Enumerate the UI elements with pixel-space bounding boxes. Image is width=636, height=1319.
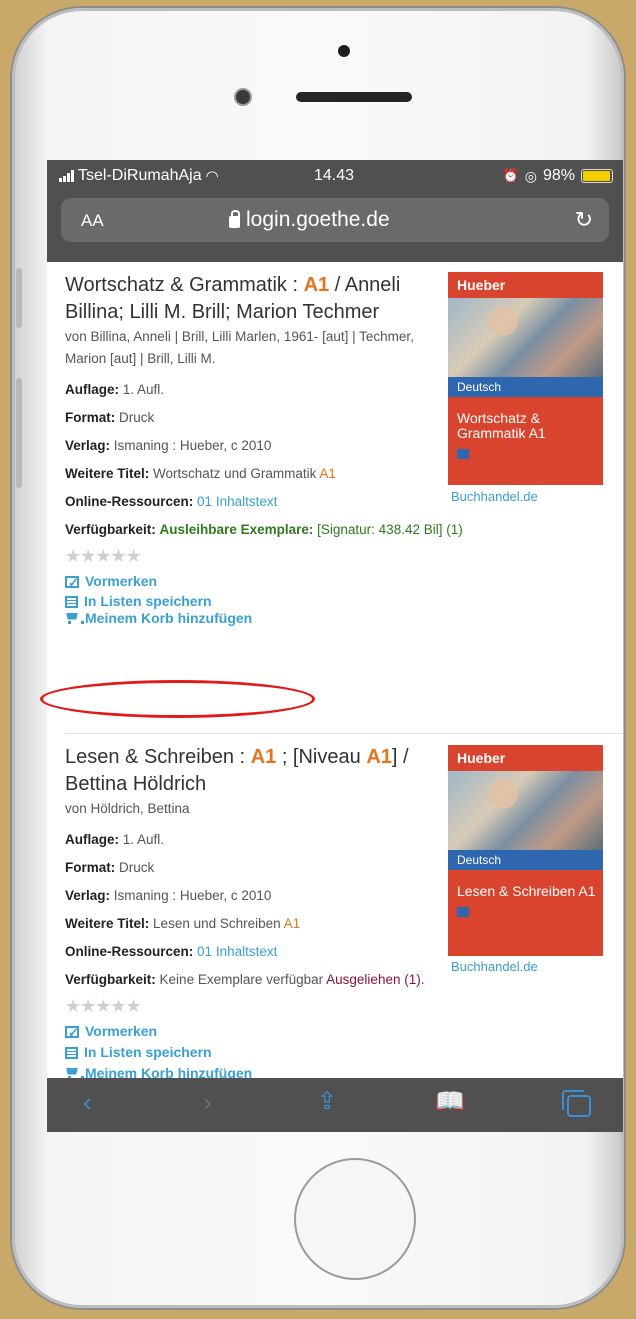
tabs-icon[interactable]	[562, 1087, 591, 1118]
rating-stars[interactable]: ★★★★★	[65, 546, 623, 567]
front-camera	[236, 90, 250, 104]
status-time: 14.43	[314, 167, 355, 184]
cover-band: Deutsch	[448, 850, 603, 870]
reserve-button[interactable]: Vormerken	[65, 571, 623, 593]
level-badge	[457, 907, 469, 917]
reload-icon[interactable]: ↻	[575, 207, 593, 233]
book-cover[interactable]: Hueber Deutsch Lesen & Schreiben A1	[448, 745, 603, 956]
publisher-logo: Hueber	[457, 750, 506, 766]
rating-stars[interactable]: ★★★★★	[65, 996, 623, 1017]
lock-icon	[229, 210, 240, 228]
rotation-lock-icon: ◎	[524, 167, 537, 184]
list-icon	[65, 1046, 78, 1059]
battery-fill	[583, 171, 611, 181]
availability-status[interactable]: Ausgeliehen (1).	[326, 972, 424, 987]
cover-photo	[448, 298, 603, 377]
book-cover[interactable]: Hueber Deutsch Wortschatz & Grammatik A1	[448, 272, 603, 485]
sensor-dot	[338, 45, 350, 57]
availability-status[interactable]: Ausleihbare Exemplare:	[160, 522, 314, 537]
result-author: von Höldrich, Bettina	[65, 801, 190, 816]
availability-field: Verfügbarkeit: Keine Exemplare verfügbar…	[65, 972, 425, 987]
browser-toolbar: ‹ › ⇪ 📖	[47, 1078, 623, 1132]
back-icon[interactable]: ‹	[83, 1087, 92, 1118]
home-button[interactable]	[294, 1158, 416, 1280]
browser-header: AA login.goethe.de ↻	[47, 192, 623, 262]
bookshop-link[interactable]: Buchhandel.de	[451, 489, 538, 504]
list-icon	[65, 595, 78, 608]
alarm-icon: ⏰	[502, 168, 519, 183]
share-icon[interactable]: ⇪	[317, 1087, 337, 1116]
cover-band: Deutsch	[448, 377, 603, 397]
forward-icon[interactable]: ›	[203, 1087, 212, 1118]
online-resources-field: Online-Ressourcen: 01 Inhaltstext	[65, 494, 278, 509]
address-bar[interactable]: AA login.goethe.de ↻	[61, 198, 609, 242]
checkbox-icon	[65, 572, 79, 593]
url-text[interactable]: login.goethe.de	[246, 208, 390, 232]
bookmarks-icon[interactable]: 📖	[435, 1087, 465, 1116]
battery-icon	[581, 169, 613, 183]
annotation-ellipse	[40, 680, 315, 718]
earpiece-speaker	[296, 92, 412, 102]
status-bar: Tsel-DiRumahAja ◠ 14.43 ⏰ ◎ 98%	[47, 160, 623, 192]
search-results: Wortschatz & Grammatik : A1 / Anneli Bil…	[47, 262, 623, 1078]
carrier-name: Tsel-DiRumahAja	[78, 167, 202, 184]
checkbox-icon	[65, 1022, 79, 1043]
add-to-cart-button[interactable]: Meinem Korb hinzufügen	[65, 608, 623, 629]
publisher-logo: Hueber	[457, 277, 506, 293]
signal-icon	[59, 170, 74, 182]
bookshop-link[interactable]: Buchhandel.de	[451, 959, 538, 974]
result-title[interactable]: Lesen & Schreiben : A1 ; [Niveau A1] / B…	[65, 744, 445, 798]
cover-photo	[448, 771, 603, 850]
battery-percent: 98%	[542, 167, 575, 184]
cart-icon	[65, 1068, 84, 1078]
volume-button	[16, 378, 22, 488]
cover-title: Wortschatz & Grammatik A1	[457, 410, 546, 441]
level-badge	[457, 449, 469, 459]
text-size-button[interactable]: AA	[81, 211, 104, 231]
result-title[interactable]: Wortschatz & Grammatik : A1 / Anneli Bil…	[65, 272, 445, 326]
availability-field: Verfügbarkeit: Ausleihbare Exemplare: [S…	[65, 522, 463, 537]
phone-screen: Tsel-DiRumahAja ◠ 14.43 ⏰ ◎ 98% AA login…	[47, 160, 623, 1078]
online-resource-link[interactable]: 01 Inhaltstext	[197, 944, 277, 959]
wifi-icon: ◠	[205, 168, 219, 185]
cover-title: Lesen & Schreiben A1	[457, 883, 596, 899]
online-resource-link[interactable]: 01 Inhaltstext	[197, 494, 277, 509]
result-author: von Billina, Anneli | Brill, Lilli Marle…	[65, 329, 414, 366]
cart-icon	[65, 613, 84, 625]
add-to-cart-button[interactable]: Meinem Korb hinzufügen	[65, 1063, 623, 1078]
save-to-list-button[interactable]: In Listen speichern	[65, 1042, 623, 1063]
reserve-button[interactable]: Vormerken	[65, 1021, 623, 1043]
mute-switch	[16, 268, 22, 328]
result-divider	[65, 733, 623, 734]
